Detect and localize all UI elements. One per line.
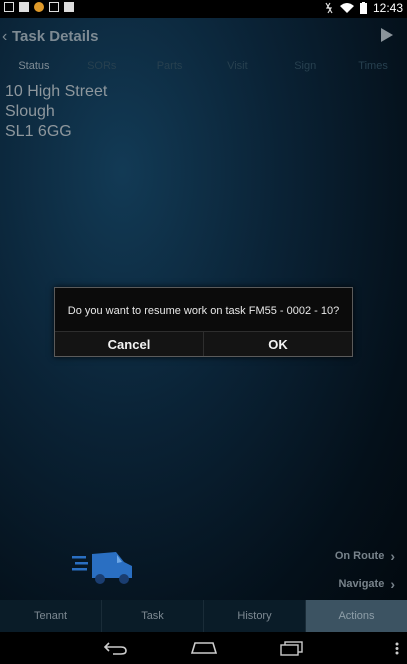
address-line-street: 10 High Street (5, 83, 108, 100)
image-icon (4, 2, 14, 12)
no-data-icon (325, 2, 333, 14)
navigate-label: Navigate (338, 578, 385, 590)
van-icon[interactable] (72, 548, 134, 586)
chevron-right-icon: › (390, 576, 395, 592)
tab-times[interactable]: Times (339, 60, 407, 76)
navigate-link[interactable]: Navigate › (338, 576, 395, 592)
wifi-icon (339, 2, 354, 13)
status-bar: 12:43 (0, 0, 407, 18)
overflow-menu-icon[interactable] (395, 642, 399, 655)
tab-visit[interactable]: Visit (203, 60, 271, 76)
tab-history[interactable]: History (204, 600, 306, 632)
tab-actions[interactable]: Actions (306, 600, 407, 632)
tab-task[interactable]: Task (102, 600, 204, 632)
notification-icons (4, 2, 74, 12)
back-icon[interactable] (103, 640, 129, 656)
back-chevron-icon[interactable]: ‹ (2, 28, 7, 46)
dialog-buttons: Cancel OK (55, 331, 352, 356)
address-block: 10 High Street Slough SL1 6GG (5, 82, 107, 142)
tab-status[interactable]: Status (0, 60, 68, 76)
clock: 12:43 (372, 1, 403, 15)
system-nav-bar (0, 632, 407, 664)
task-details-screen: ‹ Task Details Status SORs Parts Visit S… (0, 18, 407, 632)
play-icon[interactable] (381, 28, 393, 42)
tab-sors[interactable]: SORs (68, 60, 136, 76)
home-icon[interactable] (191, 641, 217, 655)
chevron-right-icon: › (390, 548, 395, 564)
bottom-tab-bar: Tenant Task History Actions (0, 600, 407, 632)
detail-tabs: Status SORs Parts Visit Sign Times (0, 60, 407, 76)
resume-task-dialog: Do you want to resume work on task FM55 … (54, 287, 353, 357)
app-icon (34, 2, 44, 12)
cancel-button[interactable]: Cancel (55, 332, 203, 356)
on-route-link[interactable]: On Route › (335, 548, 395, 564)
clipboard-icon (64, 2, 74, 12)
dialog-message: Do you want to resume work on task FM55 … (67, 305, 340, 317)
tab-sign[interactable]: Sign (271, 60, 339, 76)
tab-tenant[interactable]: Tenant (0, 600, 102, 632)
title-bar: ‹ Task Details (0, 18, 407, 56)
mail-icon (19, 2, 29, 12)
page-title[interactable]: Task Details (12, 28, 98, 45)
tab-parts[interactable]: Parts (136, 60, 204, 76)
on-route-label: On Route (334, 550, 385, 562)
system-icons: 12:43 (324, 1, 403, 15)
address-line-town: Slough (5, 103, 55, 120)
battery-icon (359, 2, 367, 14)
ok-button[interactable]: OK (203, 332, 352, 356)
recent-apps-icon[interactable] (279, 640, 305, 656)
address-line-postcode: SL1 6GG (5, 123, 72, 140)
checklist-icon (49, 2, 59, 12)
